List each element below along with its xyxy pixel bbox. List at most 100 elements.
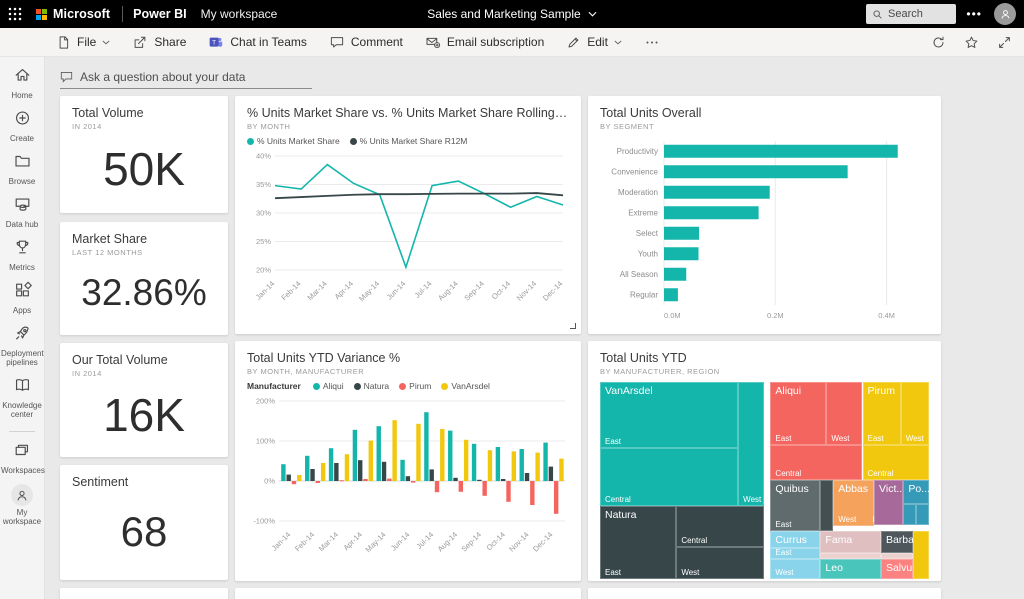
toolbar-file-button[interactable]: File xyxy=(56,35,110,50)
bar-aliqui-mar-14[interactable] xyxy=(328,448,334,481)
treemap-block-barba[interactable]: Barba xyxy=(880,530,914,553)
treemap-block[interactable] xyxy=(820,480,834,532)
tile-ytd-variance-chart[interactable]: Total Units YTD Variance % BY MONTH, MAN… xyxy=(235,341,581,581)
bar-natura-jul-14[interactable] xyxy=(429,469,434,481)
favorite-icon[interactable] xyxy=(964,35,979,50)
workspace-name[interactable]: My workspace xyxy=(201,7,278,21)
legend-item[interactable]: % Units Market Share R12M xyxy=(349,136,467,146)
tile-market-share[interactable]: Market Share LAST 12 MONTHS 32.86% xyxy=(60,222,228,335)
treemap-block-natura[interactable]: Natura East xyxy=(600,505,677,579)
search-input[interactable]: Search xyxy=(866,4,956,24)
bar-natura-jan-14[interactable] xyxy=(286,474,291,481)
bar-natura-dec-14[interactable] xyxy=(548,466,554,481)
bar-natura-jun-14[interactable] xyxy=(405,476,411,481)
treemap-block[interactable]: Central xyxy=(600,447,739,506)
treemap-block-abbas[interactable]: Abbas WestEast xyxy=(833,480,875,527)
toolbar-share-button[interactable]: Share xyxy=(132,35,186,50)
treemap-block-vict[interactable]: Vict... xyxy=(874,480,904,526)
sidebar-item-home[interactable]: Home xyxy=(0,66,44,100)
bar-moderation[interactable] xyxy=(664,185,770,199)
bar-vanarsdel-apr-14[interactable] xyxy=(368,440,373,481)
treemap-block-quibus[interactable]: Quibus East xyxy=(770,480,821,532)
bar-natura-nov-14[interactable] xyxy=(524,473,530,481)
tile-our-total-volume[interactable]: Our Total Volume IN 2014 16K xyxy=(60,343,228,457)
topbar-more-options[interactable]: ••• xyxy=(966,0,982,28)
treemap-block[interactable]: Central xyxy=(770,444,862,480)
treemap-block-pirum[interactable]: Pirum East xyxy=(862,382,901,445)
treemap-block[interactable] xyxy=(903,503,917,526)
bar-pirum-dec-14[interactable] xyxy=(553,481,559,514)
toolbar-chat-in-teams-button[interactable]: T Chat in Teams xyxy=(208,35,307,50)
sidebar-item-browse[interactable]: Browse xyxy=(0,152,44,186)
tile-market-share-line-chart[interactable]: % Units Market Share vs. % Units Market … xyxy=(235,96,581,334)
waffle-menu-icon[interactable] xyxy=(0,0,30,28)
bar-aliqui-dec-14[interactable] xyxy=(543,442,548,481)
treemap-block[interactable] xyxy=(913,530,929,579)
treemap-block-salvus[interactable]: Salvus xyxy=(880,559,914,579)
bar-vanarsdel-jul-14[interactable] xyxy=(440,429,445,481)
treemap-block[interactable] xyxy=(820,552,881,560)
bar-vanarsdel-sep-14[interactable] xyxy=(487,450,493,481)
bar-natura-apr-14[interactable] xyxy=(358,460,363,481)
bar-natura-feb-14[interactable] xyxy=(310,469,315,481)
bar-pirum-nov-14[interactable] xyxy=(530,481,535,505)
sidebar-item-create[interactable]: Create xyxy=(0,109,44,143)
product-name[interactable]: Power BI xyxy=(133,7,187,21)
treemap-block[interactable] xyxy=(916,503,929,526)
sidebar-item-metrics[interactable]: Metrics xyxy=(0,238,44,272)
refresh-icon[interactable] xyxy=(931,35,946,50)
bar-regular[interactable] xyxy=(664,288,678,302)
treemap-block[interactable]: Central xyxy=(862,444,929,480)
line-series--units-market-share[interactable] xyxy=(274,163,564,270)
bar-vanarsdel-aug-14[interactable] xyxy=(463,439,469,481)
bar-vanarsdel-dec-14[interactable] xyxy=(559,458,564,481)
fullscreen-icon[interactable] xyxy=(997,35,1012,50)
bar-aliqui-jan-14[interactable] xyxy=(281,464,286,481)
bar-productivity[interactable] xyxy=(664,144,898,158)
legend-item[interactable]: Pirum xyxy=(399,381,431,391)
bar-vanarsdel-nov-14[interactable] xyxy=(535,452,540,481)
bar-pirum-jan-14[interactable] xyxy=(291,481,297,485)
bar-aliqui-apr-14[interactable] xyxy=(352,429,358,481)
treemap-block[interactable]: East xyxy=(770,547,821,560)
line-series--units-market-share-r12m[interactable] xyxy=(274,192,564,200)
bar-vanarsdel-oct-14[interactable] xyxy=(511,451,516,481)
bar-extreme[interactable] xyxy=(664,206,759,220)
resize-handle[interactable] xyxy=(570,323,576,329)
tile-partial[interactable] xyxy=(60,588,228,599)
bar-aliqui-sep-14[interactable] xyxy=(471,443,477,481)
bar-vanarsdel-jan-14[interactable] xyxy=(297,475,302,481)
tile-total-units-ytd-treemap[interactable]: Total Units YTD BY MANUFACTURER, REGION … xyxy=(588,341,941,581)
bar-aliqui-jul-14[interactable] xyxy=(424,412,429,481)
bar-convenience[interactable] xyxy=(664,165,848,179)
bar-pirum-jul-14[interactable] xyxy=(434,481,440,493)
sidebar-item-apps[interactable]: Apps xyxy=(0,281,44,315)
bar-natura-mar-14[interactable] xyxy=(334,463,339,481)
bar-aliqui-jun-14[interactable] xyxy=(400,459,405,481)
bar-pirum-apr-14[interactable] xyxy=(363,479,368,481)
bar-aliqui-aug-14[interactable] xyxy=(448,430,453,481)
treemap-block-leo[interactable]: Leo xyxy=(820,559,881,579)
tile-partial[interactable] xyxy=(235,588,581,599)
document-title-dropdown[interactable]: Sales and Marketing Sample xyxy=(427,7,597,21)
bar-natura-aug-14[interactable] xyxy=(453,477,458,481)
microsoft-wordmark[interactable]: Microsoft xyxy=(53,7,110,21)
treemap-block-currus[interactable]: Currus xyxy=(770,530,821,548)
legend-item[interactable]: VanArsdel xyxy=(441,381,490,391)
sidebar-item-deployment-pipelines[interactable]: Deployment pipelines xyxy=(0,324,44,367)
bar-aliqui-feb-14[interactable] xyxy=(305,455,310,481)
tile-sentiment[interactable]: Sentiment 68 xyxy=(60,465,228,580)
sidebar-item-data-hub[interactable]: Data hub xyxy=(0,195,44,229)
bar-select[interactable] xyxy=(664,226,700,240)
treemap-block[interactable]: West xyxy=(900,382,929,445)
bar-aliqui-oct-14[interactable] xyxy=(495,447,501,481)
bar-natura-oct-14[interactable] xyxy=(501,479,506,481)
bar-pirum-jun-14[interactable] xyxy=(410,481,416,483)
bar-natura-may-14[interactable] xyxy=(381,461,387,481)
treemap-block-aliqui[interactable]: Aliqui East xyxy=(770,382,827,445)
bar-pirum-aug-14[interactable] xyxy=(458,481,464,492)
bar-pirum-mar-14[interactable] xyxy=(339,480,344,482)
sidebar-item-my-workspace[interactable]: My workspace xyxy=(0,484,44,526)
bar-pirum-sep-14[interactable] xyxy=(482,481,487,496)
treemap-block[interactable]: West xyxy=(738,382,765,506)
